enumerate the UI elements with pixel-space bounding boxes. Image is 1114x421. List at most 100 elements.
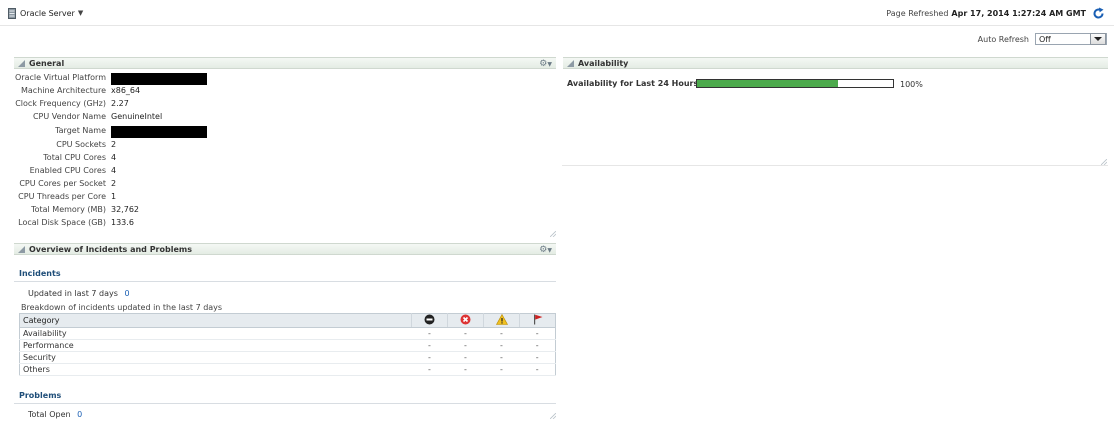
property-label: CPU Sockets	[56, 140, 106, 149]
property-row: CPU Vendor Name GenuineIntel	[0, 112, 210, 124]
resize-grip-icon[interactable]	[550, 413, 556, 419]
redacted-value	[111, 73, 207, 85]
column-header-critical[interactable]	[447, 313, 484, 328]
availability-region-header[interactable]: Availability	[563, 57, 1108, 69]
divider	[14, 281, 556, 282]
count-cell: -	[411, 327, 448, 340]
column-header-fatal[interactable]	[411, 313, 448, 328]
count-cell: -	[483, 339, 520, 352]
auto-refresh-dropdown-button[interactable]	[1090, 33, 1106, 45]
property-value: 1	[111, 192, 117, 201]
count-cell: -	[519, 339, 556, 352]
breakdown-label: Breakdown of incidents updated in the la…	[21, 303, 223, 312]
auto-refresh-label: Auto Refresh	[977, 34, 1029, 44]
column-header-warning[interactable]	[483, 313, 520, 328]
divider	[14, 403, 556, 404]
property-row: CPU Threads per Core 1	[0, 192, 210, 204]
availability-bar-fill	[697, 80, 839, 87]
property-value: 4	[111, 166, 117, 175]
count-cell: -	[447, 351, 484, 364]
table-row: Performance - - - -	[19, 339, 556, 352]
server-icon	[8, 7, 16, 19]
count-cell: -	[411, 339, 448, 352]
property-value: 32,762	[111, 205, 139, 214]
incidents-table: Category Availability - - - - Performanc…	[19, 313, 556, 376]
count-cell: -	[519, 351, 556, 364]
auto-refresh-select[interactable]: Off	[1035, 33, 1107, 45]
property-row: Enabled CPU Cores 4	[0, 166, 210, 178]
property-row: CPU Cores per Socket 2	[0, 179, 210, 191]
page-refreshed-label: Page Refreshed	[886, 9, 949, 18]
page-refreshed-time: Apr 17, 2014 1:27:24 AM GMT	[951, 9, 1086, 18]
disclosure-triangle-icon[interactable]	[18, 245, 25, 253]
property-row: Total CPU Cores 4	[0, 153, 210, 165]
escalated-flag-icon	[533, 314, 542, 325]
count-cell: -	[411, 363, 448, 376]
chevron-down-icon	[1094, 37, 1102, 41]
incidents-updated: Updated in last 7 days 0	[28, 289, 130, 298]
resize-grip-icon[interactable]	[550, 231, 556, 237]
table-row: Availability - - - -	[19, 327, 556, 340]
count-cell: -	[447, 339, 484, 352]
redacted-value	[111, 126, 207, 138]
property-value: 2	[111, 179, 117, 188]
availability-label: Availability for Last 24 Hours	[567, 79, 699, 88]
gear-icon[interactable]: ⚙▼	[539, 245, 552, 255]
count-cell: -	[519, 363, 556, 376]
availability-bar	[696, 79, 894, 88]
table-row: Security - - - -	[19, 351, 556, 364]
property-label: CPU Vendor Name	[32, 112, 106, 121]
column-header-category[interactable]: Category	[19, 313, 412, 328]
target-menu-label: Oracle Server	[20, 8, 75, 18]
property-label: Clock Frequency (GHz)	[15, 99, 106, 108]
gear-icon[interactable]: ⚙▼	[539, 59, 552, 69]
availability-region-title: Availability	[578, 58, 629, 68]
updated-label: Updated in last 7 days	[28, 289, 118, 298]
overview-region-header[interactable]: Overview of Incidents and Problems ⚙▼	[14, 243, 556, 255]
total-open-count-link[interactable]: 0	[77, 410, 82, 419]
property-label: Enabled CPU Cores	[29, 166, 106, 175]
target-menu[interactable]: Oracle Server ▼	[8, 7, 83, 19]
count-cell: -	[483, 327, 520, 340]
property-row: Oracle Virtual Platform	[0, 73, 210, 85]
category-cell: Availability	[19, 327, 412, 340]
count-cell: -	[483, 363, 520, 376]
property-row: Machine Architecture x86_64	[0, 86, 210, 98]
property-value: GenuineIntel	[111, 112, 163, 121]
category-cell: Security	[19, 351, 412, 364]
property-value: 2	[111, 140, 117, 149]
property-row: Total Memory (MB) 32,762	[0, 205, 210, 217]
chevron-down-icon: ▼	[77, 9, 84, 17]
table-header-row: Category	[19, 313, 556, 328]
auto-refresh-control: Auto Refresh Off	[978, 33, 1107, 45]
count-cell: -	[483, 351, 520, 364]
general-region-title: General	[29, 58, 65, 68]
updated-count-link[interactable]: 0	[124, 289, 129, 298]
page-refresh-status: Page Refreshed Apr 17, 2014 1:27:24 AM G…	[886, 7, 1105, 20]
disclosure-triangle-icon[interactable]	[18, 59, 25, 67]
count-cell: -	[411, 351, 448, 364]
property-label: CPU Cores per Socket	[19, 179, 106, 188]
property-row: Target Name	[0, 126, 210, 138]
property-label: CPU Threads per Core	[18, 192, 106, 201]
total-open-label: Total Open	[28, 410, 71, 419]
divider	[562, 165, 1108, 166]
property-label: Machine Architecture	[20, 86, 106, 95]
property-value: 2.27	[111, 99, 129, 108]
overview-region-title: Overview of Incidents and Problems	[29, 244, 192, 254]
incidents-header: Incidents	[19, 269, 61, 278]
property-label: Total Memory (MB)	[31, 205, 106, 214]
general-region-header[interactable]: General ⚙▼	[14, 57, 556, 69]
property-row: Clock Frequency (GHz) 2.27	[0, 99, 210, 111]
property-label: Oracle Virtual Platform	[15, 73, 106, 82]
count-cell: -	[447, 327, 484, 340]
property-value: x86_64	[111, 86, 141, 95]
property-label: Total CPU Cores	[43, 153, 106, 162]
disclosure-triangle-icon[interactable]	[567, 59, 574, 67]
auto-refresh-value: Off	[1039, 34, 1051, 44]
property-row: CPU Sockets 2	[0, 140, 210, 152]
column-header-escalated[interactable]	[519, 313, 556, 328]
problems-header: Problems	[19, 391, 62, 400]
refresh-icon[interactable]	[1092, 7, 1105, 20]
category-cell: Others	[19, 363, 412, 376]
